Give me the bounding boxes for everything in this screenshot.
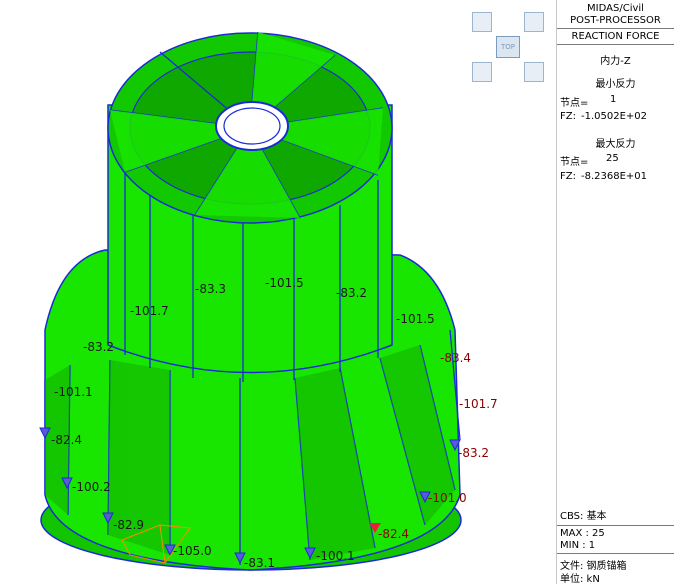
max-line: MAX : 25 [560,528,605,539]
force-label: -101.5 [265,276,304,290]
divider [557,44,674,45]
force-label: -101.5 [396,312,435,326]
force-label: -101.7 [459,397,498,411]
cbs-line: CBS: 基本 [560,511,607,522]
force-label: -101.0 [428,491,467,505]
max-fz-label: FZ: [560,171,576,182]
min-title: 最小反力 [595,79,636,90]
force-label: -82.4 [378,527,410,541]
force-label: -83.1 [244,556,276,570]
force-label: -105.0 [173,544,212,558]
unit-line: 单位: kN [560,574,600,585]
force-label: -83.2 [83,340,115,354]
force-label: -83.2 [458,446,490,460]
view-cube-top[interactable]: TOP [496,36,520,58]
view-cube[interactable]: TOP [472,12,544,82]
reaction-force-model [39,31,462,571]
view-cube-corner-tr[interactable] [524,12,544,32]
force-label: -101.1 [54,385,93,399]
model-viewport[interactable]: TOP -83.3 -101.5 -83.2 -101.7 -101.5 -83… [0,0,557,584]
force-label: -100.2 [72,480,111,494]
app-subtitle: POST-PROCESSOR [570,15,661,26]
force-label: -83.3 [195,282,227,296]
view-cube-corner-bl[interactable] [472,62,492,82]
view-cube-corner-br[interactable] [524,62,544,82]
max-fz-value: -8.2368E+01 [581,171,648,182]
max-node-label: 节点= [560,157,589,168]
legend-panel: MIDAS/Civil POST-PROCESSOR REACTION FORC… [557,0,674,585]
min-fz-value: -1.0502E+02 [581,111,648,122]
view-cube-corner-tl[interactable] [472,12,492,32]
force-label: -82.9 [113,518,145,532]
min-node-label: 节点= [560,98,589,109]
force-label: -100.1 [316,549,355,563]
force-label: -83.2 [336,286,368,300]
min-fz-label: FZ: [560,111,576,122]
max-node-value: 25 [606,153,619,164]
force-label: -82.4 [51,433,83,447]
min-line: MIN : 1 [560,540,596,551]
app-title: MIDAS/Civil [587,3,644,14]
component-label: 内力-Z [600,56,631,67]
force-label: -83.4 [440,351,472,365]
divider [557,525,674,526]
result-type: REACTION FORCE [571,31,660,42]
divider [557,553,674,554]
force-label: -101.7 [130,304,169,318]
min-node-value: 1 [610,94,617,105]
max-title: 最大反力 [595,139,636,150]
divider [557,28,674,29]
